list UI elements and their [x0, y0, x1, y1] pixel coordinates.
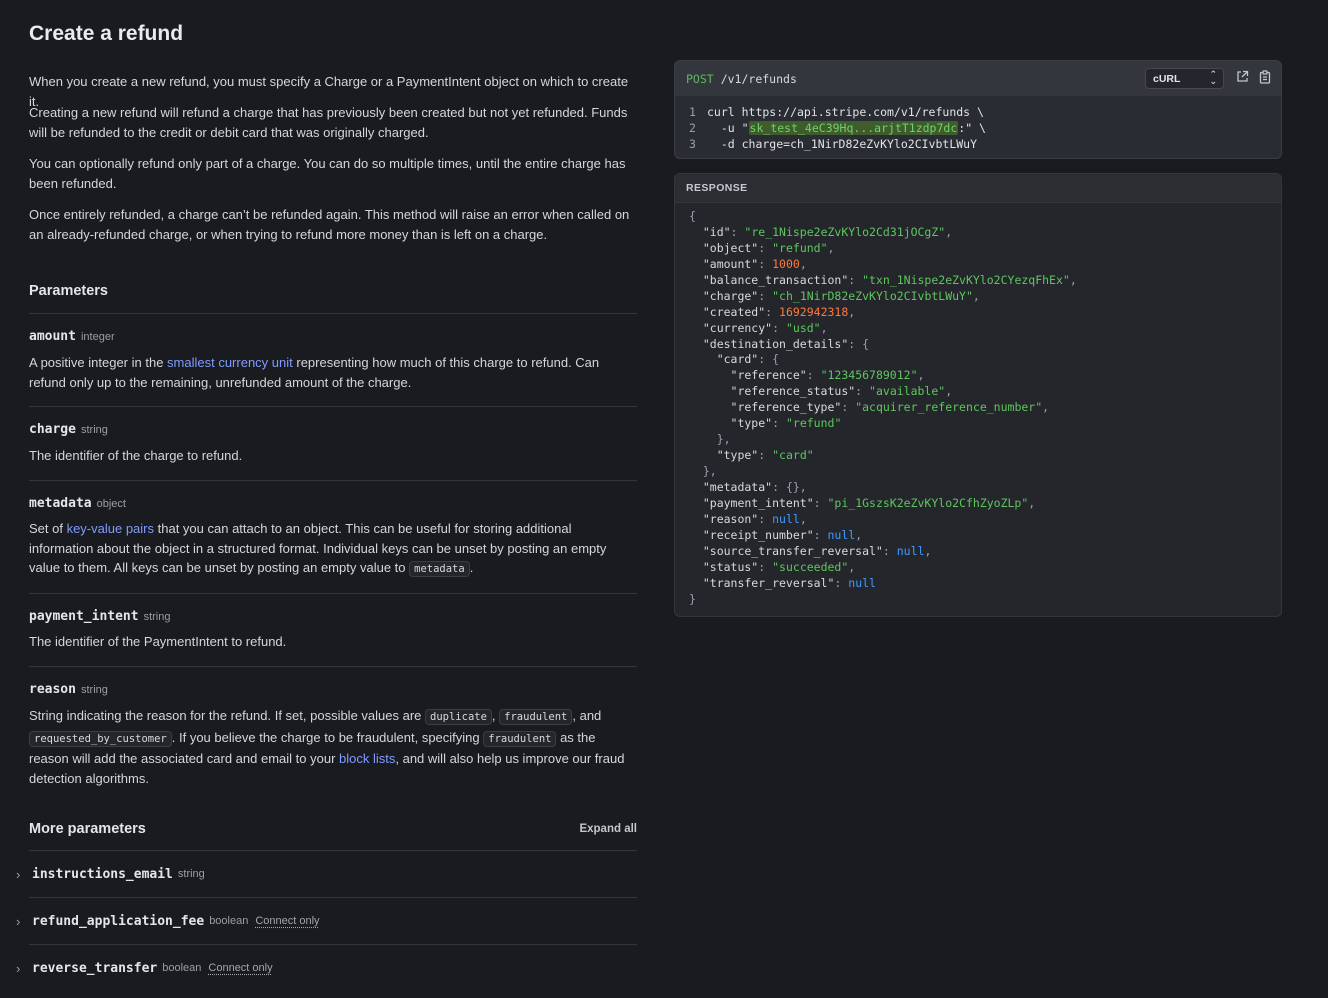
chevron-up-down-icon: ⌃ ⌄ — [1209, 69, 1217, 86]
divider — [29, 666, 637, 667]
inline-code: fraudulent — [499, 709, 573, 725]
request-header: POST /v1/refunds cURL ⌃ ⌄ — [675, 61, 1281, 96]
external-link-icon[interactable] — [1235, 70, 1249, 86]
key-value-pairs-link[interactable]: key-value pairs — [67, 521, 154, 536]
endpoint-path: /v1/refunds — [720, 71, 797, 86]
more-param-name: reverse_transfer — [32, 960, 158, 976]
code-line: 2 -u "sk_test_4eC39Hq...arjtT1zdp7dc:" \ — [689, 121, 986, 135]
param-reason-name: reason string — [29, 682, 108, 697]
response-panel: RESPONSE { "id": "re_1Nispe2eZvKYlo2Cd31… — [674, 173, 1282, 617]
more-param-name: instructions_email — [32, 866, 173, 882]
inline-code: requested_by_customer — [29, 730, 172, 747]
intro-paragraph-3: You can optionally refund only part of a… — [29, 156, 626, 191]
response-json: { "id": "re_1Nispe2eZvKYlo2Cd31jOCgZ", "… — [689, 209, 1077, 606]
connect-only-badge[interactable]: Connect only — [208, 962, 272, 974]
page-title: Create a refund — [29, 22, 184, 45]
request-code: 1 curl https://api.stripe.com/v1/refunds … — [675, 96, 1281, 152]
divider — [29, 593, 637, 594]
intro-paragraph-4: Once entirely refunded, a charge can’t b… — [29, 207, 630, 242]
divider — [29, 480, 637, 481]
block-lists-link[interactable]: block lists — [339, 751, 395, 766]
divider — [29, 850, 637, 851]
expand-all-button[interactable]: Expand all — [579, 823, 637, 835]
divider — [29, 406, 637, 407]
response-label: RESPONSE — [675, 174, 1281, 203]
code-line: 1 curl https://api.stripe.com/v1/refunds … — [689, 105, 984, 119]
connect-only-badge[interactable]: Connect only — [255, 915, 319, 927]
param-reason-desc: String indicating the reason for the ref… — [29, 708, 625, 786]
parameters-heading: Parameters — [29, 283, 108, 299]
param-metadata-type: object — [96, 498, 126, 510]
more-parameters-heading: More parameters — [29, 821, 146, 837]
param-amount-type: integer — [80, 331, 115, 343]
more-param-type: boolean — [162, 962, 202, 974]
param-metadata-name: metadata object — [29, 496, 126, 511]
inline-code: duplicate — [425, 709, 492, 725]
param-payment-intent-type: string — [143, 611, 171, 623]
chevron-right-icon: › — [16, 913, 21, 929]
divider — [29, 897, 637, 898]
param-amount-desc: A positive integer in the smallest curre… — [29, 355, 600, 390]
code-line: 3 -d charge=ch_1NirD82eZvKYlo2CIvbtLWuY — [689, 137, 978, 151]
intro-paragraph-2: Creating a new refund will refund a char… — [29, 105, 628, 140]
param-payment-intent-desc: The identifier of the PaymentIntent to r… — [29, 634, 287, 649]
more-param-type: string — [177, 868, 205, 880]
api-key-highlight[interactable]: sk_test_4eC39Hq...arjtT1zdp7dc — [748, 121, 959, 135]
chevron-right-icon: › — [16, 960, 21, 976]
param-charge-name: charge string — [29, 422, 108, 437]
divider — [29, 313, 637, 314]
param-amount-name: amount integer — [29, 329, 115, 344]
param-charge-desc: The identifier of the charge to refund. — [29, 448, 243, 463]
param-metadata-desc: Set of key-value pairs that you can atta… — [29, 521, 607, 578]
clipboard-icon[interactable] — [1258, 70, 1272, 86]
more-param-name: refund_application_fee — [32, 913, 205, 929]
inline-code: metadata — [409, 561, 470, 578]
more-param-instructions-email[interactable]: › instructions_email string — [16, 865, 637, 883]
smallest-currency-unit-link[interactable]: smallest currency unit — [167, 355, 293, 370]
divider — [29, 944, 637, 945]
language-select-value: cURL — [1153, 72, 1181, 85]
param-charge-type: string — [80, 424, 108, 436]
more-param-type: boolean — [209, 915, 249, 927]
http-method: POST — [686, 71, 714, 86]
language-select[interactable]: cURL ⌃ ⌄ — [1145, 68, 1224, 89]
more-param-reverse-transfer[interactable]: › reverse_transfer boolean Connect only — [16, 959, 637, 977]
request-panel: POST /v1/refunds cURL ⌃ ⌄ 1 curl https://a… — [674, 60, 1282, 159]
param-reason-type: string — [80, 684, 108, 696]
inline-code: fraudulent — [483, 730, 557, 747]
param-payment-intent-name: payment_intent string — [29, 609, 171, 624]
chevron-right-icon: › — [16, 866, 21, 882]
more-param-refund-application-fee[interactable]: › refund_application_fee boolean Connect… — [16, 912, 637, 930]
